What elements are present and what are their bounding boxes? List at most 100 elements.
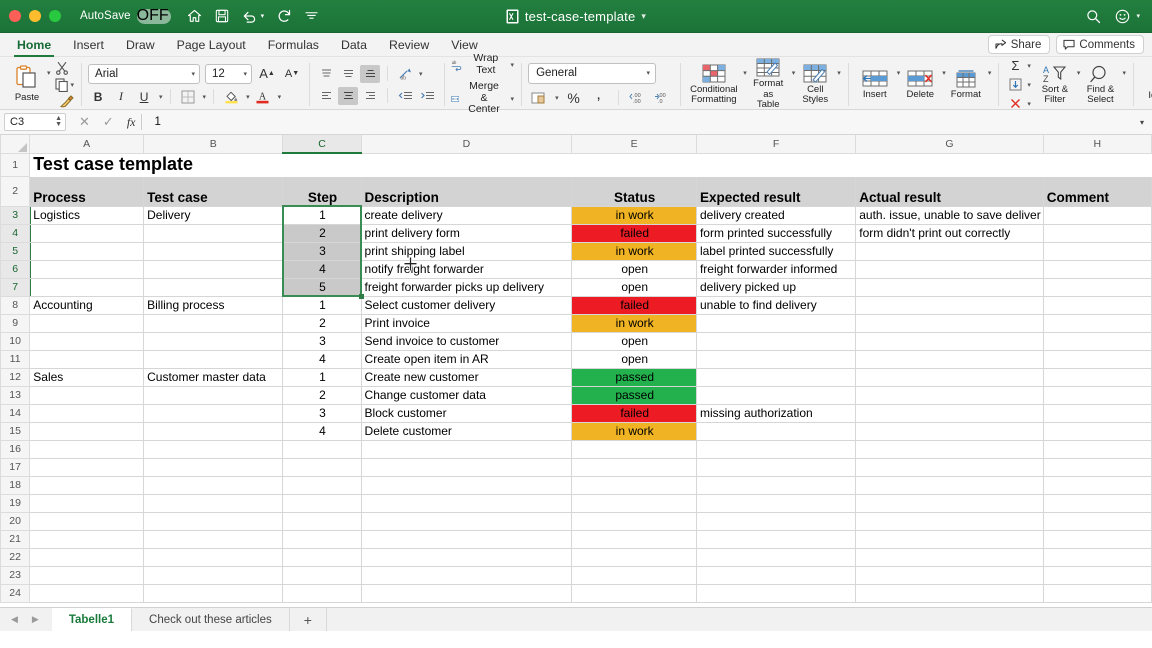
cell-f19[interactable] — [695, 493, 857, 513]
minimize-window-button[interactable] — [29, 10, 41, 22]
autosum-chevron-down-icon[interactable]: ▾ — [1027, 62, 1031, 70]
expand-formula-bar-icon[interactable]: ▾ — [1140, 118, 1152, 127]
save-icon[interactable] — [215, 9, 229, 23]
feedback-smiley-icon[interactable]: ▾ — [1115, 9, 1140, 24]
cell-c9[interactable]: 2 — [282, 313, 362, 333]
share-button[interactable]: Share — [987, 35, 1051, 54]
cell-f7[interactable]: delivery picked up — [695, 277, 857, 297]
column-header-b[interactable]: B — [143, 135, 284, 154]
cell-f6[interactable]: freight forwarder informed — [695, 259, 857, 279]
row-header-14[interactable]: 14 — [0, 403, 31, 423]
column-header-h[interactable]: H — [1042, 135, 1152, 154]
font-color-button[interactable]: A — [253, 88, 273, 106]
cell-a13[interactable] — [29, 385, 145, 405]
close-window-button[interactable] — [9, 10, 21, 22]
row-header-19[interactable]: 19 — [0, 493, 31, 513]
font-name-chevron-down-icon[interactable]: ▾ — [192, 70, 196, 78]
cell-c23[interactable] — [282, 565, 362, 585]
cell-b22[interactable] — [143, 547, 284, 567]
name-box[interactable]: C3 ▲ ▼ — [4, 113, 66, 131]
table-row[interactable]: 18 — [0, 475, 1152, 495]
cell-d3[interactable]: create delivery — [360, 205, 573, 225]
cell-a23[interactable] — [29, 565, 145, 585]
tab-review[interactable]: Review — [378, 33, 440, 57]
row-header-5[interactable]: 5 — [0, 241, 31, 261]
cell-g15[interactable] — [855, 421, 1044, 441]
row-header-3[interactable]: 3 — [0, 205, 31, 225]
table-row[interactable]: 5 3 print shipping label in work label print… — [0, 241, 1152, 261]
row-header-15[interactable]: 15 — [0, 421, 31, 441]
cell-c18[interactable] — [282, 475, 362, 495]
row-header-10[interactable]: 10 — [0, 331, 31, 351]
ideas-button[interactable]: Ideas — [1140, 68, 1152, 101]
cell-b18[interactable] — [143, 475, 284, 495]
cell-g20[interactable] — [855, 511, 1044, 531]
column-header-e[interactable]: E — [571, 135, 697, 154]
row-header-8[interactable]: 8 — [0, 295, 31, 315]
table-row[interactable]: 22 — [0, 547, 1152, 567]
table-row[interactable]: 9 2 Print invoice in work — [0, 313, 1152, 333]
row-header-13[interactable]: 13 — [0, 385, 31, 405]
column-header-d[interactable]: D — [360, 135, 573, 154]
sheet-tab-check-out-these-articles[interactable]: Check out these articles — [132, 608, 290, 631]
underline-button[interactable]: U — [134, 88, 154, 106]
cell-a3[interactable]: Logistics — [29, 205, 145, 225]
wrap-text-button[interactable]: ab Wrap Text ▾ — [451, 52, 514, 76]
cell-c22[interactable] — [282, 547, 362, 567]
table-row[interactable]: 8 Accounting Billing process 1 Select custom… — [0, 295, 1152, 315]
cell-e22[interactable] — [571, 547, 697, 567]
cell-f21[interactable] — [695, 529, 857, 549]
row-header-4[interactable]: 4 — [0, 223, 31, 243]
currency-chevron-down-icon[interactable]: ▾ — [555, 94, 559, 102]
cell-h6[interactable] — [1042, 259, 1152, 279]
clear-button[interactable]: ▾ — [1005, 95, 1031, 113]
cell-h22[interactable] — [1042, 547, 1152, 567]
row-header-17[interactable]: 17 — [0, 457, 31, 477]
cell-c3[interactable]: 1 — [282, 205, 362, 225]
comments-button[interactable]: Comments — [1056, 35, 1144, 54]
currency-format-button[interactable] — [528, 89, 548, 107]
sheet-tab-tabelle1[interactable]: Tabelle1 — [51, 608, 133, 631]
cell-c4[interactable]: 2 — [282, 223, 362, 243]
table-row[interactable]: 21 — [0, 529, 1152, 549]
cell-f5[interactable]: label printed successfully — [695, 241, 857, 261]
table-row[interactable]: 16 — [0, 439, 1152, 459]
column-header-f[interactable]: F — [695, 135, 857, 154]
cell-a21[interactable] — [29, 529, 145, 549]
sort-filter-button[interactable]: A Z Sort & Filter — [1035, 64, 1075, 106]
cell-f8[interactable]: unable to find delivery — [695, 295, 857, 315]
cell-c10[interactable]: 3 — [282, 331, 362, 351]
cell-d24[interactable] — [360, 583, 573, 603]
cell-b5[interactable] — [143, 241, 284, 261]
cell-d17[interactable] — [360, 457, 573, 477]
cell-e13[interactable]: passed — [571, 385, 697, 405]
cell-styles-chevron-down-icon[interactable]: ▾ — [837, 69, 841, 77]
cell-h20[interactable] — [1042, 511, 1152, 531]
cell-a22[interactable] — [29, 547, 145, 567]
cell-a5[interactable] — [29, 241, 145, 261]
cell-d4[interactable]: print delivery form — [360, 223, 573, 243]
cell-b6[interactable] — [143, 259, 284, 279]
row-header-7[interactable]: 7 — [0, 277, 31, 297]
header-cell-a2[interactable]: Process — [29, 175, 145, 207]
title-chevron-down-icon[interactable]: ▾ — [641, 11, 646, 22]
window-controls[interactable] — [0, 10, 61, 22]
cell-b12[interactable]: Customer master data — [143, 367, 284, 387]
cell-a15[interactable] — [29, 421, 145, 441]
cell-d23[interactable] — [360, 565, 573, 585]
header-cell-b2[interactable]: Test case — [143, 175, 284, 207]
cell-d7[interactable]: freight forwarder picks up delivery — [360, 277, 573, 297]
align-bottom-button[interactable] — [360, 64, 381, 83]
find-select-chevron-down-icon[interactable]: ▾ — [1122, 69, 1126, 77]
cell-g8[interactable] — [855, 295, 1044, 315]
cell-d10[interactable]: Send invoice to customer — [360, 331, 573, 351]
table-row[interactable]: 17 — [0, 457, 1152, 477]
cell-e16[interactable] — [571, 439, 697, 459]
cell-g18[interactable] — [855, 475, 1044, 495]
cell-c6[interactable]: 4 — [282, 259, 362, 279]
cell-g4[interactable]: form didn't print out correctly — [855, 223, 1044, 243]
copy-button[interactable]: ▾ — [54, 77, 74, 92]
column-header-a[interactable]: A — [29, 135, 145, 154]
cell-e18[interactable] — [571, 475, 697, 495]
cell-d20[interactable] — [360, 511, 573, 531]
